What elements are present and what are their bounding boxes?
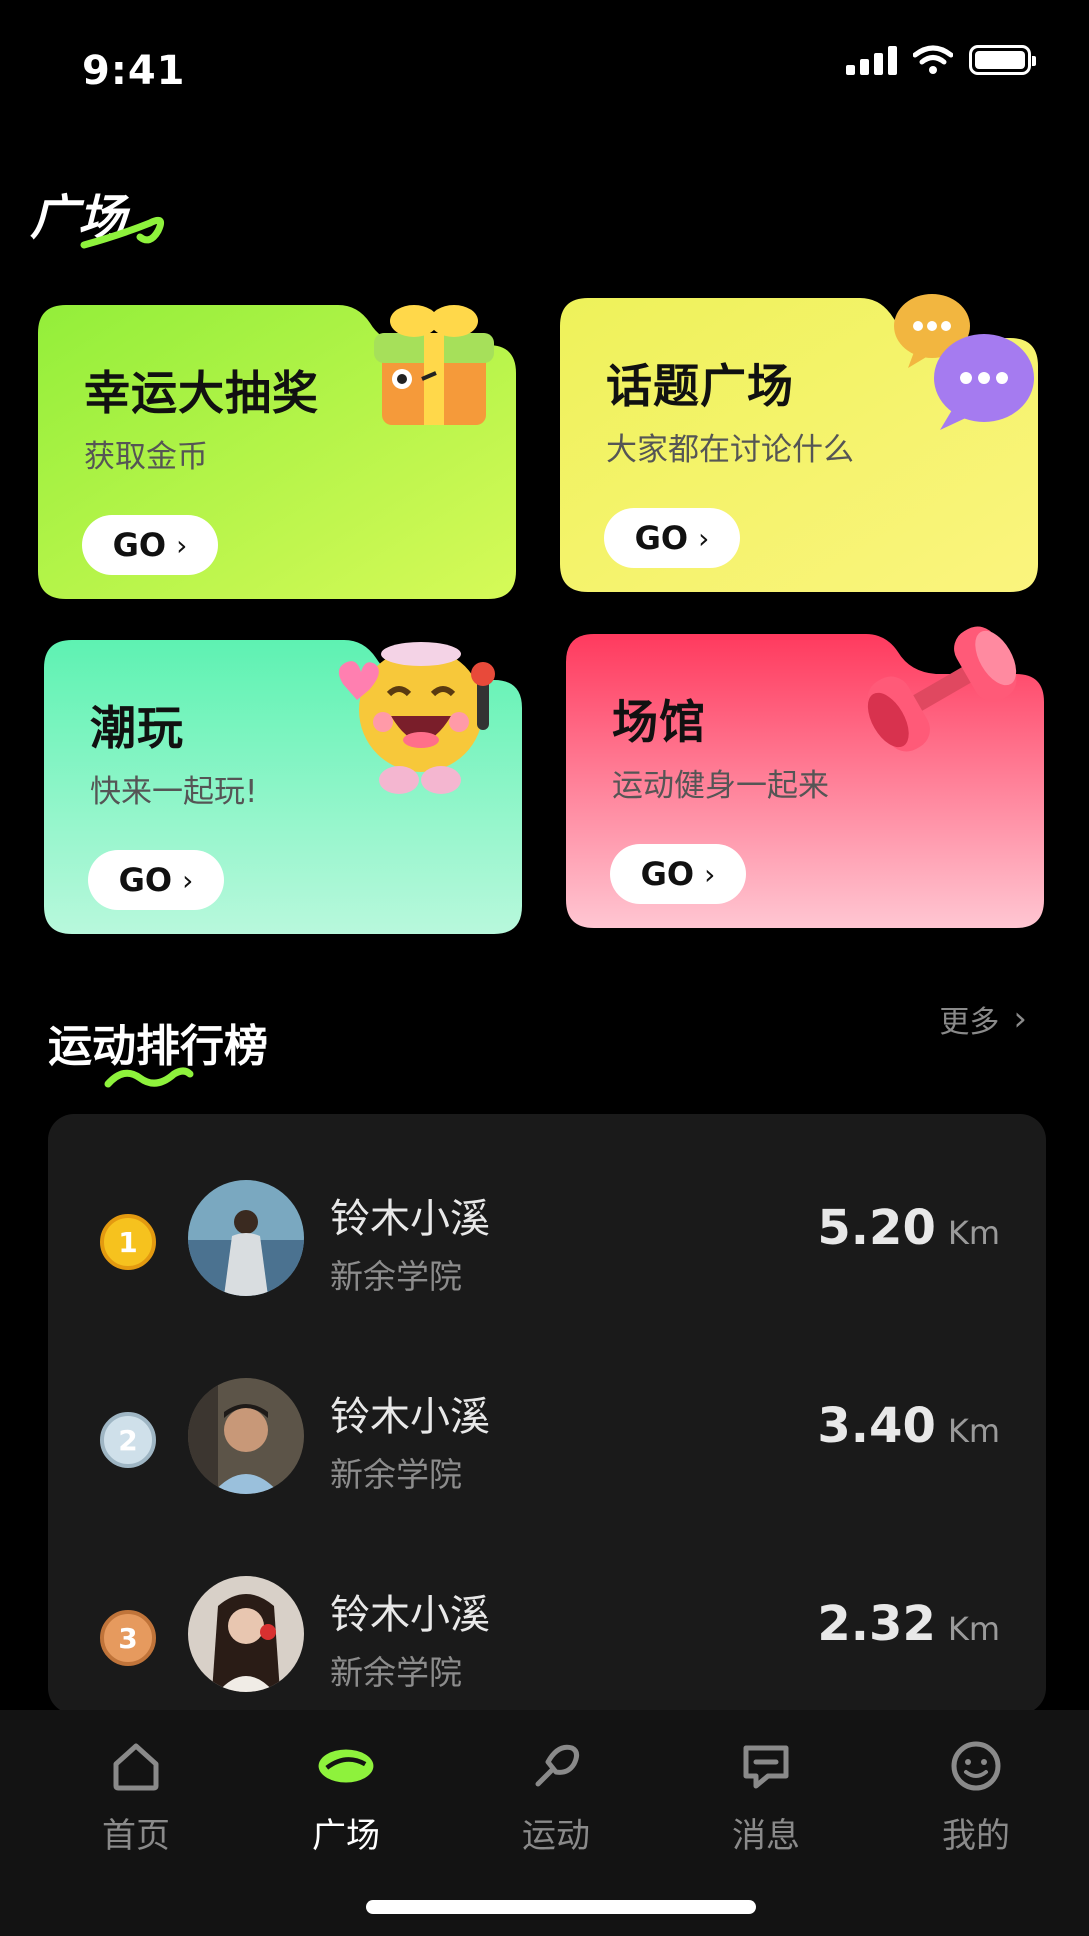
tab-label: 广场 <box>312 1816 380 1856</box>
distance-value: 2.32 <box>817 1596 936 1652</box>
go-label: GO <box>112 526 167 564</box>
avatar <box>188 1378 304 1494</box>
chat-bubbles-icon <box>894 294 1034 430</box>
tab-plaza[interactable]: 广场 <box>266 1710 426 1860</box>
status-bar: 9:41 <box>0 0 1089 140</box>
emoji-character-icon <box>338 642 495 794</box>
ranking-list: 1 铃木小溪 新余学院 5.20 Km 2 铃木小溪 新余学院 3.40 Km <box>48 1114 1046 1714</box>
cellular-signal-icon <box>846 45 897 75</box>
tab-label: 消息 <box>732 1816 800 1856</box>
dumbbell-icon <box>867 626 1017 752</box>
bronze-medal-icon: 3 <box>100 1610 156 1666</box>
wifi-icon <box>913 45 953 74</box>
go-label: GO <box>118 861 173 899</box>
card-title: 话题广场 <box>606 359 794 413</box>
tab-home[interactable]: 首页 <box>56 1710 216 1860</box>
status-icons <box>846 45 1036 75</box>
tab-label: 我的 <box>942 1816 1010 1856</box>
home-indicator <box>366 1900 756 1914</box>
tab-label: 运动 <box>522 1816 590 1856</box>
title-underline-swash <box>80 216 165 249</box>
distance: 5.20 Km <box>817 1200 1000 1256</box>
card-subtitle: 运动健身一起来 <box>612 768 829 804</box>
go-button[interactable]: GO › <box>610 844 746 904</box>
distance: 2.32 Km <box>817 1596 1000 1652</box>
user-name: 铃木小溪 <box>330 1196 490 1242</box>
gold-medal-icon: 1 <box>100 1214 156 1270</box>
chevron-right-icon: › <box>1013 999 1027 1039</box>
go-button[interactable]: GO › <box>82 515 218 575</box>
distance-unit: Km <box>947 1214 1000 1252</box>
card-title: 场馆 <box>612 695 706 749</box>
card-subtitle: 大家都在讨论什么 <box>606 432 854 468</box>
title-underline-swash <box>104 1067 194 1088</box>
tab-message[interactable]: 消息 <box>686 1710 846 1860</box>
go-label: GO <box>640 855 695 893</box>
tab-profile[interactable]: 我的 <box>896 1710 1056 1860</box>
silver-medal-icon: 2 <box>100 1412 156 1468</box>
topic-plaza-card[interactable]: 话题广场 大家都在讨论什么 GO › <box>560 294 1038 592</box>
avatar <box>188 1180 304 1296</box>
card-subtitle: 获取金币 <box>84 439 208 475</box>
card-title: 潮玩 <box>90 701 184 755</box>
card-title: 幸运大抽奖 <box>84 366 319 420</box>
home-icon <box>104 1734 168 1798</box>
ranking-row[interactable]: 1 铃木小溪 新余学院 5.20 Km <box>48 1164 1046 1324</box>
user-name: 铃木小溪 <box>330 1394 490 1440</box>
status-time: 9:41 <box>82 48 186 94</box>
distance-value: 3.40 <box>817 1398 936 1454</box>
ranking-row[interactable]: 3 铃木小溪 新余学院 2.32 Km <box>48 1560 1046 1720</box>
go-button[interactable]: GO › <box>604 508 740 568</box>
distance-unit: Km <box>947 1412 1000 1450</box>
card-subtitle: 快来一起玩! <box>90 774 258 810</box>
go-label: GO <box>634 519 689 557</box>
chevron-right-icon: › <box>704 857 716 891</box>
message-icon <box>734 1734 798 1798</box>
user-school: 新余学院 <box>330 1653 462 1692</box>
user-school: 新余学院 <box>330 1455 462 1494</box>
distance-unit: Km <box>947 1610 1000 1648</box>
chevron-right-icon: › <box>698 521 710 555</box>
tab-sport[interactable]: 运动 <box>476 1710 636 1860</box>
plaza-icon <box>314 1734 378 1798</box>
tab-label: 首页 <box>102 1816 170 1856</box>
ranking-row[interactable]: 2 铃木小溪 新余学院 3.40 Km <box>48 1362 1046 1522</box>
user-name: 铃木小溪 <box>330 1592 490 1638</box>
sport-icon <box>524 1734 588 1798</box>
distance-value: 5.20 <box>817 1200 936 1256</box>
distance: 3.40 Km <box>817 1398 1000 1454</box>
chevron-right-icon: › <box>182 863 194 897</box>
battery-icon <box>969 45 1036 75</box>
trendy-play-card[interactable]: 潮玩 快来一起玩! GO › <box>44 640 522 934</box>
gift-box-icon <box>374 305 494 425</box>
profile-icon <box>944 1734 1008 1798</box>
more-link[interactable]: 更多 › <box>939 997 1027 1041</box>
more-label: 更多 <box>939 1005 1000 1040</box>
venue-card[interactable]: 场馆 运动健身一起来 GO › <box>566 626 1044 928</box>
go-button[interactable]: GO › <box>88 850 224 910</box>
avatar <box>188 1576 304 1692</box>
lucky-draw-card[interactable]: 幸运大抽奖 获取金币 GO › <box>38 305 516 599</box>
chevron-right-icon: › <box>176 528 188 562</box>
user-school: 新余学院 <box>330 1257 462 1296</box>
